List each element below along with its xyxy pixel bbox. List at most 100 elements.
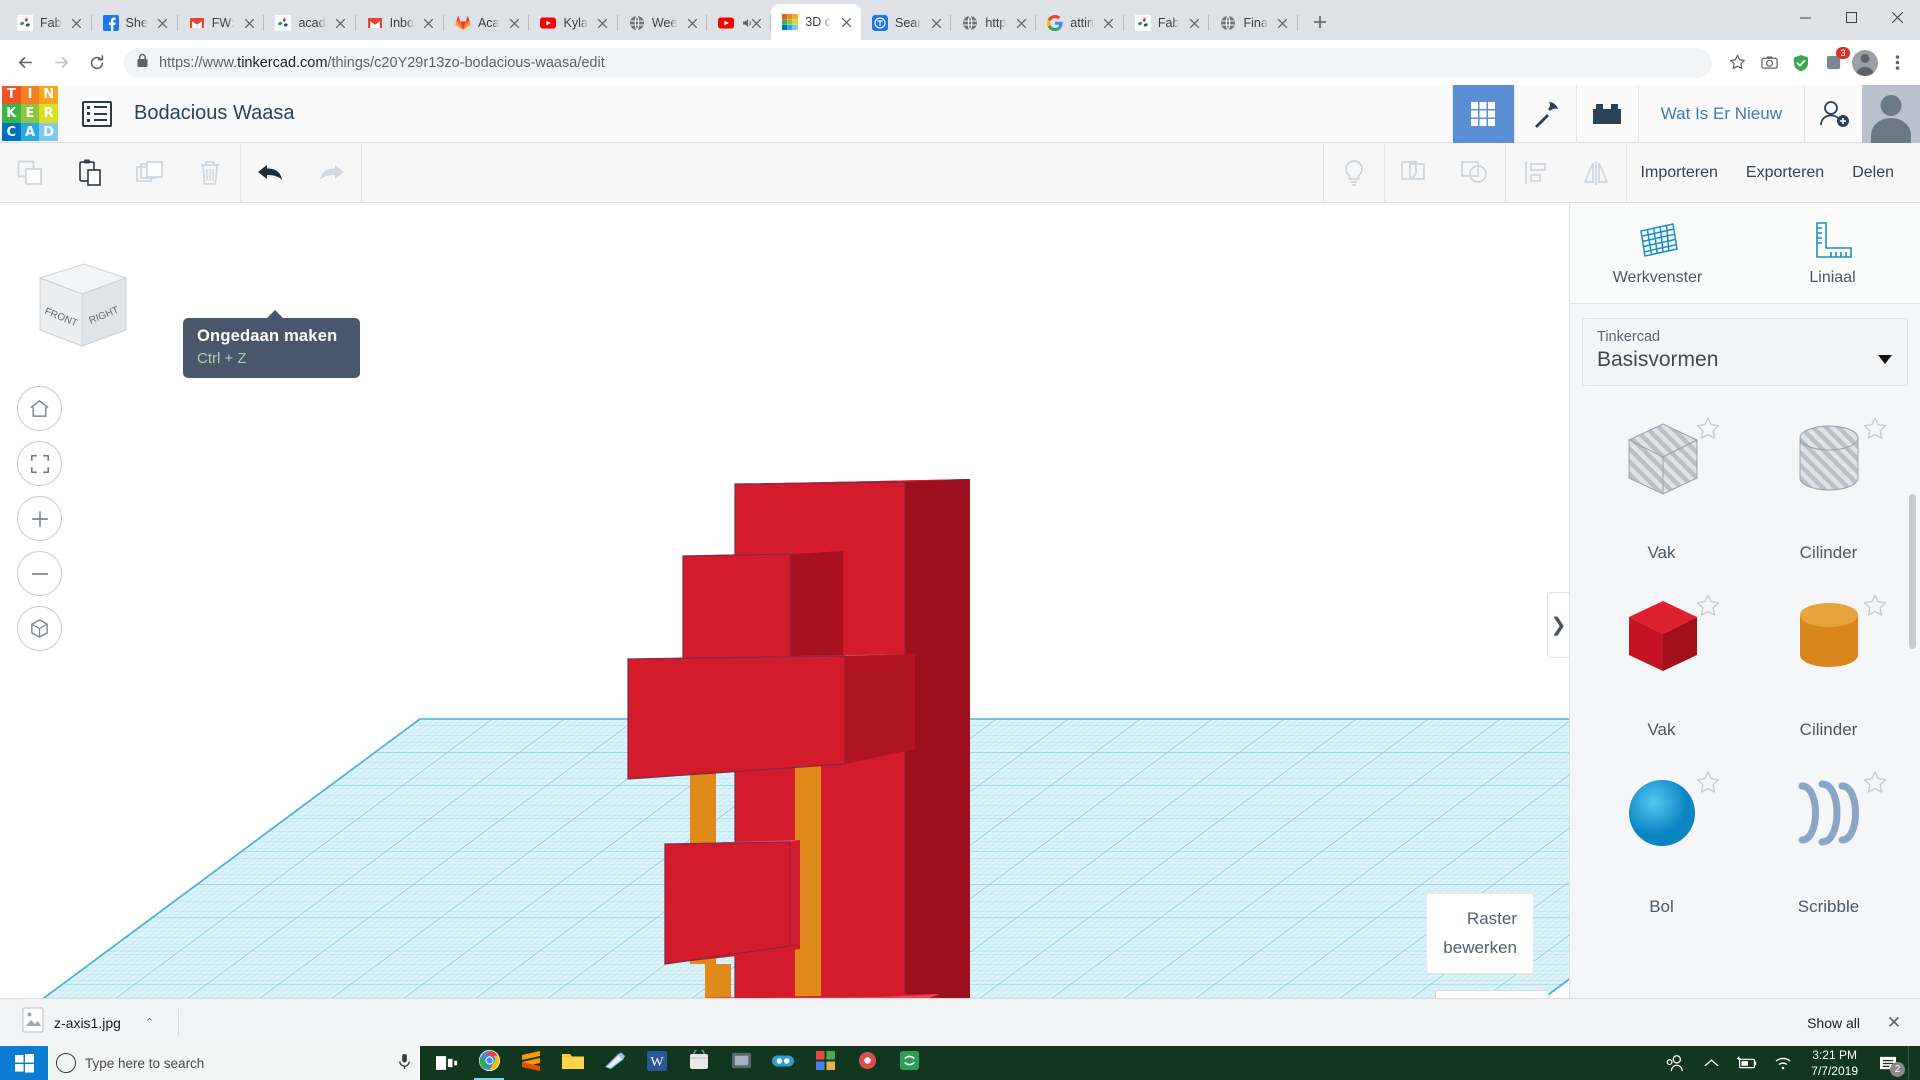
tab-close-icon[interactable] (155, 15, 171, 31)
shape-item[interactable]: Cilinder (1745, 579, 1912, 756)
reload-button[interactable] (80, 46, 114, 80)
grid-view-button[interactable] (1451, 84, 1514, 143)
home-view-button[interactable] (17, 386, 62, 431)
show-all-downloads-button[interactable]: Show all (1793, 1009, 1874, 1037)
taskbar-word[interactable]: W (636, 1046, 678, 1080)
tab-close-icon[interactable] (1013, 15, 1029, 31)
tab-close-icon[interactable] (1275, 15, 1291, 31)
people-icon[interactable] (1657, 1046, 1693, 1080)
taskbar-app10[interactable] (846, 1046, 888, 1080)
taskbar-explorer[interactable] (552, 1046, 594, 1080)
fit-view-button[interactable] (17, 441, 62, 486)
paste-icon[interactable] (60, 143, 120, 203)
taskbar-app7[interactable] (720, 1046, 762, 1080)
shape-item[interactable]: Scribble (1745, 756, 1912, 933)
tinkercad-logo[interactable]: TINKERCAD (2, 85, 58, 142)
search-input[interactable]: Type here to search (48, 1046, 420, 1080)
page-title[interactable]: Bodacious Waasa (134, 102, 294, 125)
minimize-button[interactable] (1782, 0, 1828, 34)
adblock-icon[interactable] (1786, 48, 1816, 78)
clock[interactable]: 3:21 PM 7/7/2019 (1801, 1047, 1868, 1079)
tab-close-icon[interactable] (421, 15, 437, 31)
taskbar-store[interactable] (678, 1046, 720, 1080)
taskbar-sublime[interactable] (510, 1046, 552, 1080)
undo-arrow-icon[interactable] (241, 143, 301, 203)
favorite-star-icon[interactable] (1695, 770, 1721, 803)
tab[interactable]: Aca (444, 6, 530, 40)
tab[interactable]: Sear (861, 6, 952, 40)
tab[interactable]: Inbo (356, 6, 445, 40)
tab-close-icon[interactable] (838, 14, 854, 30)
taskbar-snip[interactable] (594, 1046, 636, 1080)
microphone-icon[interactable] (397, 1053, 412, 1073)
panel-scrollbar[interactable] (1909, 494, 1916, 649)
tab[interactable]: FW: (178, 6, 265, 40)
tab[interactable]: Wee (618, 6, 708, 40)
user-avatar[interactable] (1862, 84, 1920, 143)
favorite-star-icon[interactable] (1862, 416, 1888, 449)
camera-icon[interactable] (1754, 48, 1784, 78)
taskbar-chrome[interactable] (468, 1046, 510, 1080)
whats-new-link[interactable]: Wat Is Er Nieuw (1637, 84, 1804, 143)
tab[interactable]: Kyla (529, 6, 619, 40)
pickaxe-icon[interactable] (1513, 84, 1576, 143)
ortho-view-button[interactable] (17, 606, 62, 651)
grid-edit-box[interactable]: Raster bewerken (1426, 892, 1534, 974)
task-view-icon[interactable] (426, 1046, 468, 1080)
tab[interactable]: http (951, 6, 1037, 40)
favorite-star-icon[interactable] (1862, 593, 1888, 626)
shape-item[interactable]: Bol (1578, 756, 1745, 933)
chrome-menu-icon[interactable] (1882, 48, 1912, 78)
profile-avatar[interactable] (1850, 48, 1880, 78)
shape-item[interactable]: Cilinder (1745, 402, 1912, 579)
export-button[interactable]: Exporteren (1732, 164, 1838, 182)
copy-icon[interactable] (0, 143, 60, 203)
bookmark-star-icon[interactable] (1722, 48, 1752, 78)
favorite-star-icon[interactable] (1695, 593, 1721, 626)
tab[interactable]: Fina (1209, 6, 1299, 40)
share-button[interactable]: Delen (1838, 164, 1920, 182)
mirror-icon[interactable] (1566, 143, 1626, 203)
tab-close-icon[interactable] (506, 15, 522, 31)
tab[interactable]: Fab (1124, 6, 1210, 40)
lego-brick-icon[interactable] (1575, 84, 1638, 143)
add-person-icon[interactable] (1804, 84, 1862, 143)
chevron-up-icon[interactable]: ⌃ (145, 1016, 154, 1029)
wifi-icon[interactable] (1765, 1046, 1801, 1080)
favorite-star-icon[interactable] (1862, 770, 1888, 803)
tab-close-icon[interactable] (684, 15, 700, 31)
notification-center-button[interactable]: 2 (1868, 1046, 1908, 1080)
ruler-tool[interactable]: Liniaal (1745, 204, 1920, 303)
zoom-out-button[interactable] (17, 551, 62, 596)
tab[interactable] (707, 6, 772, 40)
close-download-bar-button[interactable]: ✕ (1880, 1009, 1908, 1037)
shape-item[interactable]: Vak (1578, 402, 1745, 579)
panel-toggle-button[interactable]: ❯ (1547, 592, 1569, 658)
tab-close-icon[interactable] (69, 15, 85, 31)
tab-close-icon[interactable] (595, 15, 611, 31)
shape-item[interactable]: Vak (1578, 579, 1745, 756)
forward-button[interactable] (44, 46, 78, 80)
windows-start-icon[interactable] (0, 1046, 48, 1080)
taskbar-app8[interactable] (762, 1046, 804, 1080)
taskbar-app9[interactable] (804, 1046, 846, 1080)
tab[interactable]: She (92, 6, 179, 40)
address-bar[interactable]: https://www.tinkercad.com/things/c20Y29r… (124, 47, 1712, 78)
taskbar-app11[interactable] (888, 1046, 930, 1080)
new-tab-button[interactable] (1306, 8, 1334, 36)
lightbulb-icon[interactable] (1324, 143, 1384, 203)
extension-icon[interactable]: 3 (1818, 46, 1850, 78)
tab-close-icon[interactable] (1101, 15, 1117, 31)
ungroup-shapes-icon[interactable] (1445, 143, 1505, 203)
tab-active[interactable]: 3D c (771, 4, 861, 40)
duplicate-icon[interactable] (120, 143, 180, 203)
tab-close-icon[interactable] (928, 15, 944, 31)
tab[interactable]: acad (264, 6, 356, 40)
zoom-in-button[interactable] (17, 496, 62, 541)
tab-close-icon[interactable] (241, 15, 257, 31)
battery-icon[interactable] (1729, 1046, 1765, 1080)
close-button[interactable] (1874, 0, 1920, 34)
import-button[interactable]: Importeren (1627, 164, 1732, 182)
view-cube[interactable]: FRONT RIGHT (22, 256, 132, 356)
maximize-button[interactable] (1828, 0, 1874, 34)
